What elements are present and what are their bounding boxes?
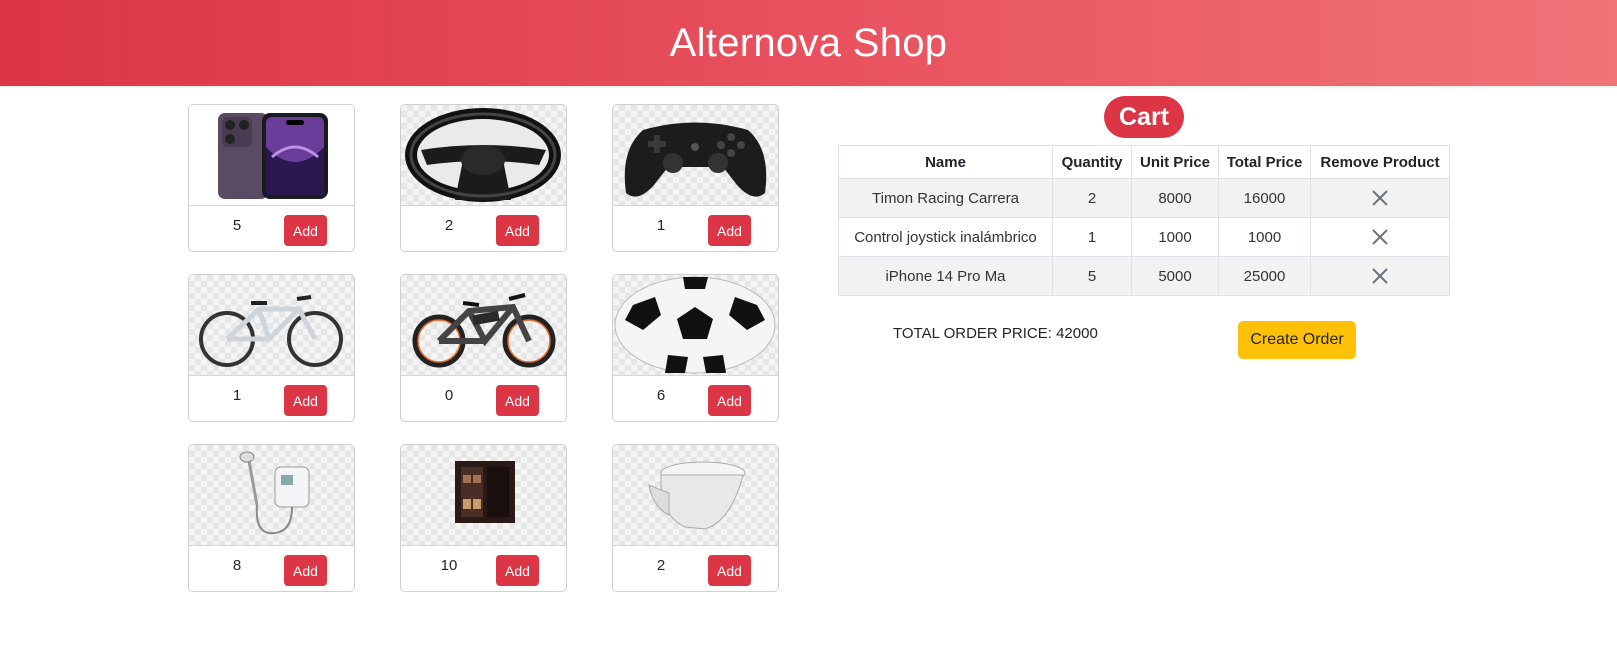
cart-header-row: Name Quantity Unit Price Total Price Rem… bbox=[838, 145, 1450, 179]
bicycle-icon bbox=[189, 275, 354, 376]
table-row: iPhone 14 Pro Ma 5 5000 25000 bbox=[838, 256, 1450, 296]
electric-bike-icon bbox=[401, 275, 566, 376]
column-header-total-price: Total Price bbox=[1218, 145, 1311, 179]
product-card: 2 Add bbox=[612, 444, 779, 592]
add-to-cart-button[interactable]: Add bbox=[284, 215, 327, 246]
product-quantity: 5 bbox=[1052, 256, 1132, 296]
column-header-remove-product: Remove Product bbox=[1310, 145, 1450, 179]
close-icon[interactable] bbox=[1370, 188, 1390, 208]
create-order-button[interactable]: Create Order bbox=[1238, 321, 1356, 359]
add-to-cart-button[interactable]: Add bbox=[496, 385, 539, 416]
total-order-price: TOTAL ORDER PRICE: 42000 bbox=[893, 325, 1098, 342]
stock-quantity: 0 bbox=[444, 387, 454, 404]
stock-quantity: 5 bbox=[232, 217, 242, 234]
product-card: 1 Add bbox=[612, 104, 779, 252]
stock-quantity: 2 bbox=[656, 557, 666, 574]
product-quantity: 2 bbox=[1052, 178, 1132, 218]
stock-quantity: 8 bbox=[232, 557, 242, 574]
product-card: 8 Add bbox=[188, 444, 355, 592]
remove-cell bbox=[1310, 178, 1450, 218]
steering-wheel-icon bbox=[401, 105, 566, 206]
table-row: Timon Racing Carrera 2 8000 16000 bbox=[838, 178, 1450, 218]
product-card: 0 Add bbox=[400, 274, 567, 422]
product-card: 5 Add bbox=[188, 104, 355, 252]
add-to-cart-button[interactable]: Add bbox=[496, 215, 539, 246]
close-icon[interactable] bbox=[1370, 227, 1390, 247]
table-row: Control joystick inalámbrico 1 1000 1000 bbox=[838, 217, 1450, 257]
gamepad-icon bbox=[613, 105, 778, 206]
soccer-ball-icon bbox=[613, 275, 778, 376]
shop-title: Alternova Shop bbox=[669, 20, 948, 65]
product-name: iPhone 14 Pro Ma bbox=[838, 256, 1053, 296]
stock-quantity: 2 bbox=[444, 217, 454, 234]
add-to-cart-button[interactable]: Add bbox=[284, 385, 327, 416]
add-to-cart-button[interactable]: Add bbox=[708, 215, 751, 246]
product-card: 1 Add bbox=[188, 274, 355, 422]
product-card: 10 Add bbox=[400, 444, 567, 592]
add-to-cart-button[interactable]: Add bbox=[708, 385, 751, 416]
cart-table: Name Quantity Unit Price Total Price Rem… bbox=[838, 145, 1450, 296]
unit-price: 5000 bbox=[1131, 256, 1219, 296]
total-price: 16000 bbox=[1218, 178, 1311, 218]
stock-quantity: 10 bbox=[440, 557, 458, 574]
unit-price: 8000 bbox=[1131, 178, 1219, 218]
product-name: Timon Racing Carrera bbox=[838, 178, 1053, 218]
remove-cell bbox=[1310, 256, 1450, 296]
smartphone-icon bbox=[189, 105, 354, 206]
toilet-icon bbox=[613, 445, 778, 546]
page-header: Alternova Shop bbox=[0, 0, 1617, 86]
column-header-name: Name bbox=[838, 145, 1053, 179]
remove-cell bbox=[1310, 217, 1450, 257]
product-card: 6 Add bbox=[612, 274, 779, 422]
cart-title: Cart bbox=[1104, 96, 1184, 138]
product-quantity: 1 bbox=[1052, 217, 1132, 257]
product-name: Control joystick inalámbrico bbox=[838, 217, 1053, 257]
add-to-cart-button[interactable]: Add bbox=[496, 555, 539, 586]
total-price: 25000 bbox=[1218, 256, 1311, 296]
cabinet-icon bbox=[401, 445, 566, 546]
close-icon[interactable] bbox=[1370, 266, 1390, 286]
product-card: 2 Add bbox=[400, 104, 567, 252]
stock-quantity: 1 bbox=[656, 217, 666, 234]
electric-shower-icon bbox=[189, 445, 354, 546]
add-to-cart-button[interactable]: Add bbox=[708, 555, 751, 586]
unit-price: 1000 bbox=[1131, 217, 1219, 257]
stock-quantity: 1 bbox=[232, 387, 242, 404]
total-price: 1000 bbox=[1218, 217, 1311, 257]
column-header-quantity: Quantity bbox=[1052, 145, 1132, 179]
stock-quantity: 6 bbox=[656, 387, 666, 404]
add-to-cart-button[interactable]: Add bbox=[284, 555, 327, 586]
column-header-unit-price: Unit Price bbox=[1131, 145, 1219, 179]
